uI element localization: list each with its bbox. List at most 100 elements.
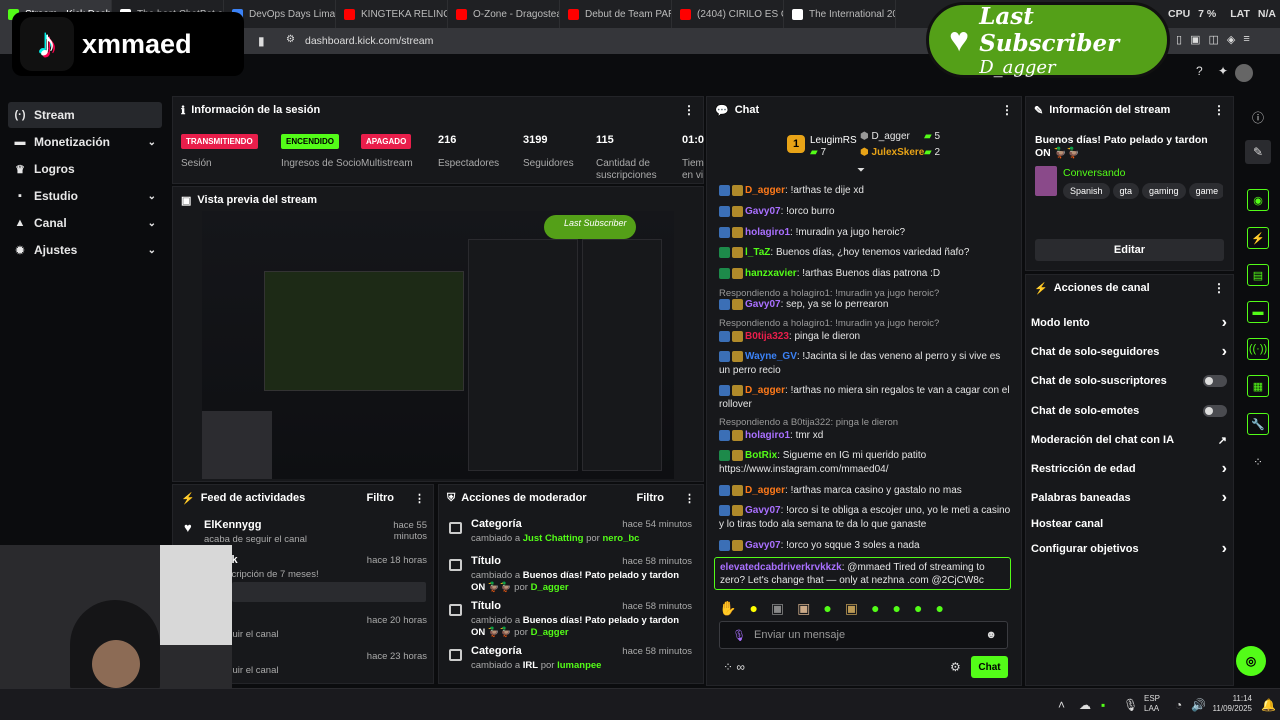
edit-stream-button[interactable]: Editar bbox=[1035, 239, 1224, 261]
tag-chip[interactable]: gta bbox=[1112, 183, 1140, 199]
chat-username[interactable]: D_agger bbox=[745, 185, 785, 196]
mod-user[interactable]: D_agger bbox=[531, 627, 569, 638]
info-icon[interactable]: ⓘ bbox=[1252, 109, 1264, 126]
channel-action-item[interactable]: Palabras baneadas › bbox=[1031, 489, 1227, 506]
tray-chevron-icon[interactable]: ˄ bbox=[1058, 698, 1065, 712]
chat-username[interactable]: holagiro1 bbox=[745, 430, 790, 441]
chat-username[interactable]: l_TaZ bbox=[745, 247, 770, 258]
lang2[interactable]: LAA bbox=[1144, 704, 1159, 713]
mod-user[interactable]: lumanpee bbox=[557, 660, 601, 671]
category-name[interactable]: Conversando bbox=[1063, 167, 1125, 179]
mic-icon[interactable]: 🎙 bbox=[732, 629, 746, 642]
kick-tray-icon[interactable]: ▪ bbox=[1101, 698, 1105, 712]
chat-bubble-icon[interactable]: ▬ bbox=[1247, 301, 1269, 323]
chat-send-button[interactable]: Chat bbox=[971, 656, 1008, 678]
more-options-icon[interactable]: ⋮ bbox=[1001, 103, 1013, 117]
browser-tab[interactable]: KINGTEKA RELINCHA bbox=[336, 0, 448, 28]
apps-icon[interactable]: ⁘ bbox=[1253, 455, 1263, 469]
chat-tools-icon[interactable]: ⁘ ∞ bbox=[723, 660, 745, 674]
chat-username[interactable]: Gavy07 bbox=[745, 505, 781, 516]
mod-user[interactable]: nero_bc bbox=[602, 533, 639, 544]
chat-username[interactable]: D_agger bbox=[745, 485, 785, 496]
clock-time[interactable]: 11:14 bbox=[1233, 694, 1252, 703]
support-icon[interactable]: ◎ bbox=[1236, 646, 1266, 676]
chat-username[interactable]: B0tija323 bbox=[745, 331, 789, 342]
mod-user[interactable]: D_agger bbox=[531, 582, 569, 593]
chat-settings-icon[interactable]: ⚙ bbox=[950, 660, 961, 674]
wrench-icon[interactable]: 🔧 bbox=[1247, 413, 1269, 435]
emote-icon[interactable]: ● bbox=[893, 600, 901, 617]
nav-item-0[interactable]: (·) Stream bbox=[8, 102, 162, 128]
document-icon[interactable]: ▤ bbox=[1247, 264, 1269, 286]
tag-chip[interactable]: Spanish bbox=[1063, 183, 1110, 199]
channel-action-item[interactable]: Moderación del chat con IA ↗ bbox=[1031, 433, 1227, 447]
nav-item-3[interactable]: ▪ Estudio ⌄ bbox=[8, 183, 162, 209]
nav-item-4[interactable]: ▲ Canal ⌄ bbox=[8, 210, 162, 236]
emote-icon[interactable]: ● bbox=[749, 600, 757, 617]
emoji-icon[interactable]: ☻ bbox=[985, 629, 997, 641]
more-options-icon[interactable]: ⋮ bbox=[684, 492, 695, 505]
shield-icon[interactable]: ◈ bbox=[1227, 33, 1235, 46]
emote-icon[interactable]: ● bbox=[823, 600, 831, 617]
more-options-icon[interactable]: ⋮ bbox=[1213, 103, 1225, 117]
chat-username[interactable]: holagiro1 bbox=[745, 227, 790, 238]
browser-tab[interactable]: (2404) CIRILO ES GAN bbox=[672, 0, 784, 28]
emote-icon[interactable]: ● bbox=[871, 600, 879, 617]
mic-icon[interactable]: 🎙 bbox=[1123, 698, 1138, 712]
chat-username[interactable]: Gavy07 bbox=[745, 206, 781, 217]
channel-action-item[interactable]: Chat de solo-suscriptores bbox=[1031, 374, 1227, 388]
chat-username[interactable]: Wayne_GV bbox=[745, 351, 797, 362]
chat-input[interactable]: 🎙 Enviar un mensaje ☻ bbox=[719, 621, 1008, 649]
bookmark-icon[interactable]: ▮ bbox=[258, 34, 265, 48]
tag-chip[interactable]: gaming bbox=[1142, 183, 1186, 199]
toggle-switch[interactable] bbox=[1203, 405, 1227, 417]
wallet-icon[interactable]: ◫ bbox=[1208, 33, 1218, 46]
more-options-icon[interactable]: ⋮ bbox=[414, 492, 425, 505]
emote-icon[interactable]: ● bbox=[914, 600, 922, 617]
help-icon[interactable]: ? bbox=[1196, 64, 1203, 78]
chat-username[interactable]: Gavy07 bbox=[745, 540, 781, 551]
nav-item-5[interactable]: ✹ Ajustes ⌄ bbox=[8, 237, 162, 263]
mod-filter-button[interactable]: Filtro bbox=[637, 492, 665, 504]
browser-tab[interactable]: O-Zone - Dragostea D bbox=[448, 0, 560, 28]
stream-preview-video[interactable]: Last Subscriber bbox=[202, 211, 674, 479]
channel-action-item[interactable]: Modo lento › bbox=[1031, 314, 1227, 331]
ai-sparkle-icon[interactable]: ✦ bbox=[1218, 64, 1228, 78]
broadcast-icon[interactable]: ((·)) bbox=[1247, 338, 1269, 360]
sidebar-icon[interactable]: ▯ bbox=[1176, 33, 1182, 46]
toggle-switch[interactable] bbox=[1203, 375, 1227, 387]
channel-action-item[interactable]: Configurar objetivos › bbox=[1031, 540, 1227, 557]
camera-icon[interactable]: ◉ bbox=[1247, 189, 1269, 211]
chat-username[interactable]: Gavy07 bbox=[745, 299, 781, 310]
menu-icon[interactable]: ≡ bbox=[1243, 33, 1249, 46]
nav-item-2[interactable]: ♛ Logros bbox=[8, 156, 162, 182]
profile-avatar[interactable] bbox=[1235, 64, 1253, 82]
layout-icon[interactable]: ▦ bbox=[1247, 375, 1269, 397]
feed-filter-button[interactable]: Filtro bbox=[367, 492, 395, 504]
bolt-icon[interactable]: ⚡ bbox=[1247, 227, 1269, 249]
lang[interactable]: ESP bbox=[1144, 694, 1160, 703]
emote-icon[interactable]: ✋ bbox=[719, 600, 736, 617]
more-options-icon[interactable]: ⋮ bbox=[1213, 281, 1225, 295]
nav-item-1[interactable]: ▬ Monetización ⌄ bbox=[8, 129, 162, 155]
clock-date[interactable]: 11/09/2025 bbox=[1213, 704, 1252, 713]
url-text[interactable]: dashboard.kick.com/stream bbox=[305, 35, 433, 47]
more-options-icon[interactable]: ⋮ bbox=[683, 103, 695, 117]
info-icon[interactable]: ⚙ bbox=[286, 34, 295, 45]
chat-username[interactable]: D_agger bbox=[745, 385, 785, 396]
channel-action-item[interactable]: Hostear canal bbox=[1031, 517, 1227, 531]
extensions-icon[interactable]: ▣ bbox=[1190, 33, 1200, 46]
emote-icon[interactable]: ▣ bbox=[771, 600, 784, 617]
channel-action-item[interactable]: Chat de solo-seguidores › bbox=[1031, 343, 1227, 360]
chat-username[interactable]: BotRix bbox=[745, 450, 777, 461]
emote-icon[interactable]: ▣ bbox=[845, 600, 858, 617]
pencil-icon[interactable]: ✎ bbox=[1245, 140, 1271, 164]
volume-icon[interactable]: 🔊 bbox=[1191, 698, 1206, 712]
browser-tab[interactable]: Debut de Team PAR bbox=[560, 0, 672, 28]
channel-action-item[interactable]: Chat de solo-emotes bbox=[1031, 404, 1227, 418]
emote-icon[interactable]: ● bbox=[935, 600, 943, 617]
cloud-icon[interactable]: ☁ bbox=[1079, 698, 1091, 712]
chat-username[interactable]: hanzxavier bbox=[745, 268, 797, 279]
expand-icon[interactable]: ⏷ bbox=[857, 165, 865, 176]
notifications-icon[interactable]: 🔔 bbox=[1261, 698, 1276, 712]
